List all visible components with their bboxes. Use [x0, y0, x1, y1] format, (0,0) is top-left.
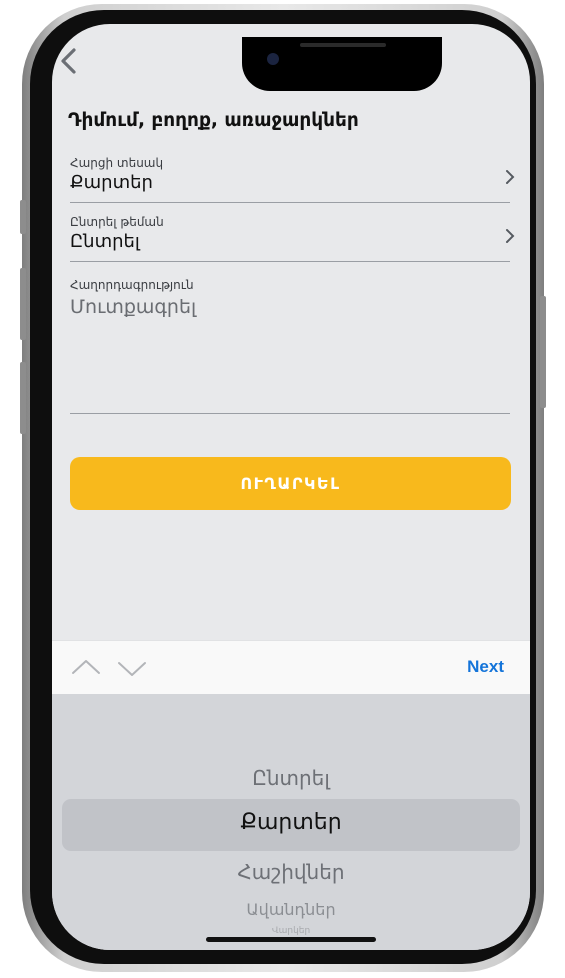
- message-field[interactable]: Հաղորդագրություն Մուտքագրել: [70, 278, 510, 412]
- back-button[interactable]: [58, 46, 82, 76]
- picker-option[interactable]: Ավանդներ: [52, 900, 530, 919]
- divider: [70, 413, 510, 414]
- chevron-right-icon: [504, 168, 516, 191]
- divider: [70, 202, 510, 203]
- request-type-label: Հարցի տեսակ: [70, 156, 164, 170]
- home-indicator[interactable]: [206, 937, 376, 942]
- chevron-left-icon: [61, 48, 76, 74]
- volume-up-button: [20, 268, 26, 340]
- request-type-value: Քարտեր: [70, 172, 153, 193]
- keyboard-toolbar: Next: [52, 640, 530, 695]
- picker-wheel[interactable]: Ընտրել Քարտեր Հաշիվներ Ավանդներ Վարկեր: [52, 694, 530, 950]
- app-screen: Դիմում, բողոք, առաջարկներ Հարցի տեսակ Քա…: [52, 24, 530, 950]
- silent-switch: [20, 200, 26, 234]
- power-button: [540, 296, 546, 408]
- topic-value: Ընտրել: [70, 231, 140, 252]
- page-title: Դիմում, բողոք, առաջարկներ: [68, 110, 359, 131]
- chevron-up-icon[interactable]: [70, 652, 102, 684]
- chevron-down-icon[interactable]: [116, 652, 148, 684]
- next-button[interactable]: Next: [467, 657, 504, 677]
- topic-field[interactable]: Ընտրել թեման Ընտրել: [70, 215, 515, 253]
- picker-option[interactable]: Ընտրել: [52, 766, 530, 790]
- submit-button[interactable]: ՈՒՂԱՐԿԵԼ: [70, 457, 511, 510]
- speaker-grill: [300, 43, 386, 47]
- notch: [242, 37, 442, 91]
- front-camera-icon: [267, 53, 279, 65]
- volume-down-button: [20, 362, 26, 434]
- topic-label: Ընտրել թեման: [70, 215, 164, 229]
- chevron-right-icon: [504, 227, 516, 250]
- message-input[interactable]: Մուտքագրել: [70, 296, 510, 318]
- picker-option[interactable]: Վարկեր: [52, 926, 530, 936]
- picker-option[interactable]: Հաշիվներ: [52, 860, 530, 884]
- picker-option-selected[interactable]: Քարտեր: [52, 810, 530, 835]
- request-type-field[interactable]: Հարցի տեսակ Քարտեր: [70, 156, 515, 194]
- divider: [70, 261, 510, 262]
- message-label: Հաղորդագրություն: [70, 278, 194, 292]
